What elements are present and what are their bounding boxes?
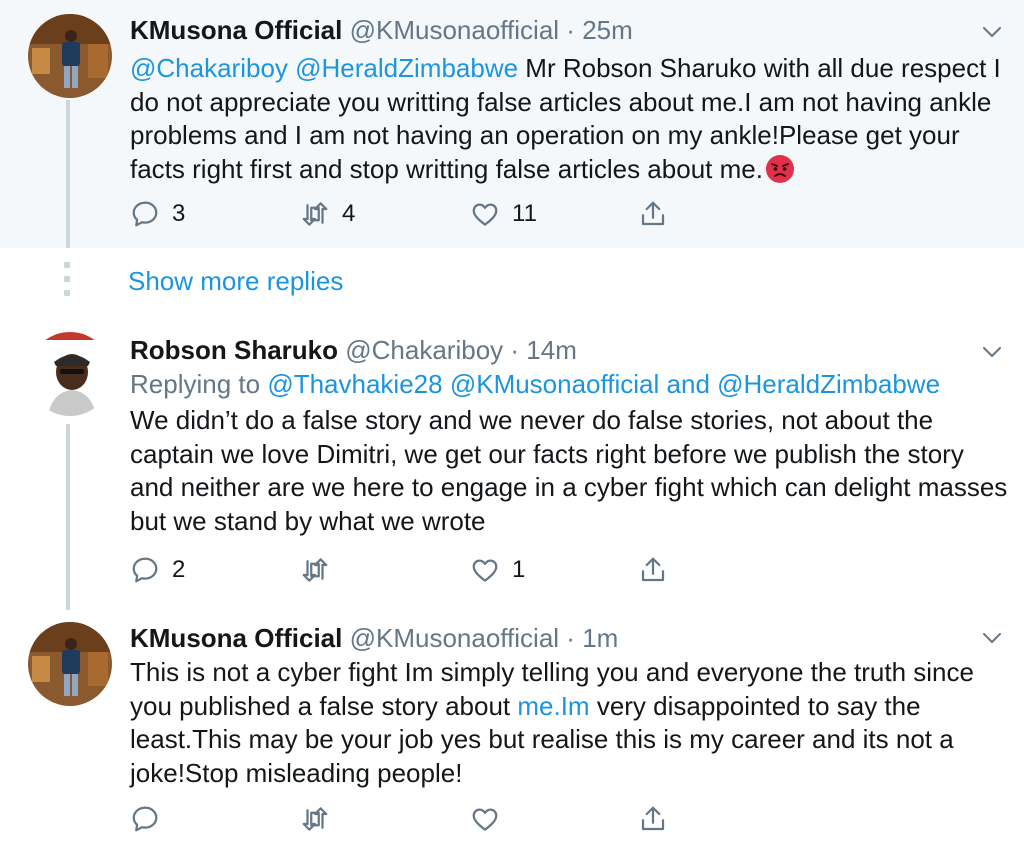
display-name[interactable]: Robson Sharuko [130,335,338,365]
separator: · [566,15,575,45]
tweet-text: This is not a cyber fight Im simply tell… [130,656,1010,790]
mention-link[interactable]: @KMusonaofficial [450,369,659,399]
display-name[interactable]: KMusona Official [130,623,342,653]
like-icon [472,559,498,582]
mention-link[interactable]: @HeraldZimbabwe [717,369,940,399]
share-button[interactable] [638,802,668,836]
tweet-header: KMusona Official @KMusonaofficial · 1m [130,622,618,654]
chevron-down-icon[interactable] [980,340,1004,364]
reply-count: 2 [172,556,186,583]
reply-button[interactable]: 3 [130,197,185,231]
tweet-actions: 3 4 11 [130,197,690,231]
retweet-button[interactable] [300,802,342,836]
inline-link[interactable]: me.Im [517,691,589,721]
retweet-icon [302,202,328,226]
timestamp[interactable]: 14m [526,335,577,365]
chevron-down-icon[interactable] [980,626,1004,650]
share-button[interactable] [638,553,668,587]
angry-face-emoji [765,154,794,183]
username[interactable]: @Chakariboy [345,335,503,365]
thread-gap-dots [64,262,70,300]
tweet-header: Robson Sharuko @Chakariboy · 14m [130,334,577,366]
mention-link[interactable]: @Thavhakie28 [267,369,442,399]
like-icon [472,203,498,226]
chevron-down-icon[interactable] [980,20,1004,44]
avatar-chakariboy[interactable] [28,332,112,416]
thread-line [66,100,70,248]
reply-icon [132,557,158,583]
like-button[interactable]: 11 [470,197,537,231]
share-icon [641,806,665,831]
replying-and: and [659,369,718,399]
thread-line [66,424,70,610]
show-more-replies-link[interactable]: Show more replies [128,266,343,297]
tweet-text: @Chakariboy @HeraldZimbabwe Mr Robson Sh… [130,52,1010,186]
share-icon [641,201,665,226]
reply-count: 3 [172,200,186,227]
avatar-kmusona[interactable] [28,14,112,98]
like-button[interactable]: 1 [470,553,525,587]
like-count: 11 [512,200,537,227]
tweet-2[interactable]: Robson Sharuko @Chakariboy · 14m Replyin… [0,320,1024,610]
tweet-actions [130,802,690,836]
display-name[interactable]: KMusona Official [130,15,342,45]
tweet-text: We didn’t do a false story and we never … [130,405,1008,536]
mention-link[interactable]: @HeraldZimbabwe [295,53,518,83]
share-icon [641,557,665,582]
avatar-photo [28,332,112,416]
tweet-1[interactable]: KMusona Official @KMusonaofficial · 25m … [0,0,1024,248]
separator: · [510,335,520,365]
tweet-actions: 2 1 [130,553,690,587]
username[interactable]: @KMusonaofficial [350,15,559,45]
tweet-header: KMusona Official @KMusonaofficial · 25m [130,14,633,46]
retweet-icon [302,807,328,831]
timestamp[interactable]: 25m [582,15,633,45]
reply-icon [132,806,158,832]
avatar-photo [28,622,112,706]
username[interactable]: @KMusonaofficial [350,623,559,653]
separator: · [566,623,575,653]
retweet-icon [302,558,328,582]
tweet-3[interactable]: KMusona Official @KMusonaofficial · 1m T… [0,610,1024,845]
retweet-button[interactable]: 4 [300,197,355,231]
avatar-photo [28,14,112,98]
mention-link[interactable]: @Chakariboy [130,53,288,83]
retweet-count: 4 [342,200,356,227]
reply-button[interactable]: 2 [130,553,185,587]
replying-to: Replying to @Thavhakie28 @KMusonaofficia… [130,368,1010,402]
replying-to-label: Replying to [130,369,268,399]
retweet-button[interactable] [300,553,342,587]
like-button[interactable] [470,802,512,836]
avatar-kmusona[interactable] [28,622,112,706]
like-count: 1 [512,556,526,583]
timestamp[interactable]: 1m [582,623,618,653]
reply-button[interactable] [130,802,172,836]
reply-icon [132,201,158,227]
like-icon [472,808,498,831]
share-button[interactable] [638,197,668,231]
